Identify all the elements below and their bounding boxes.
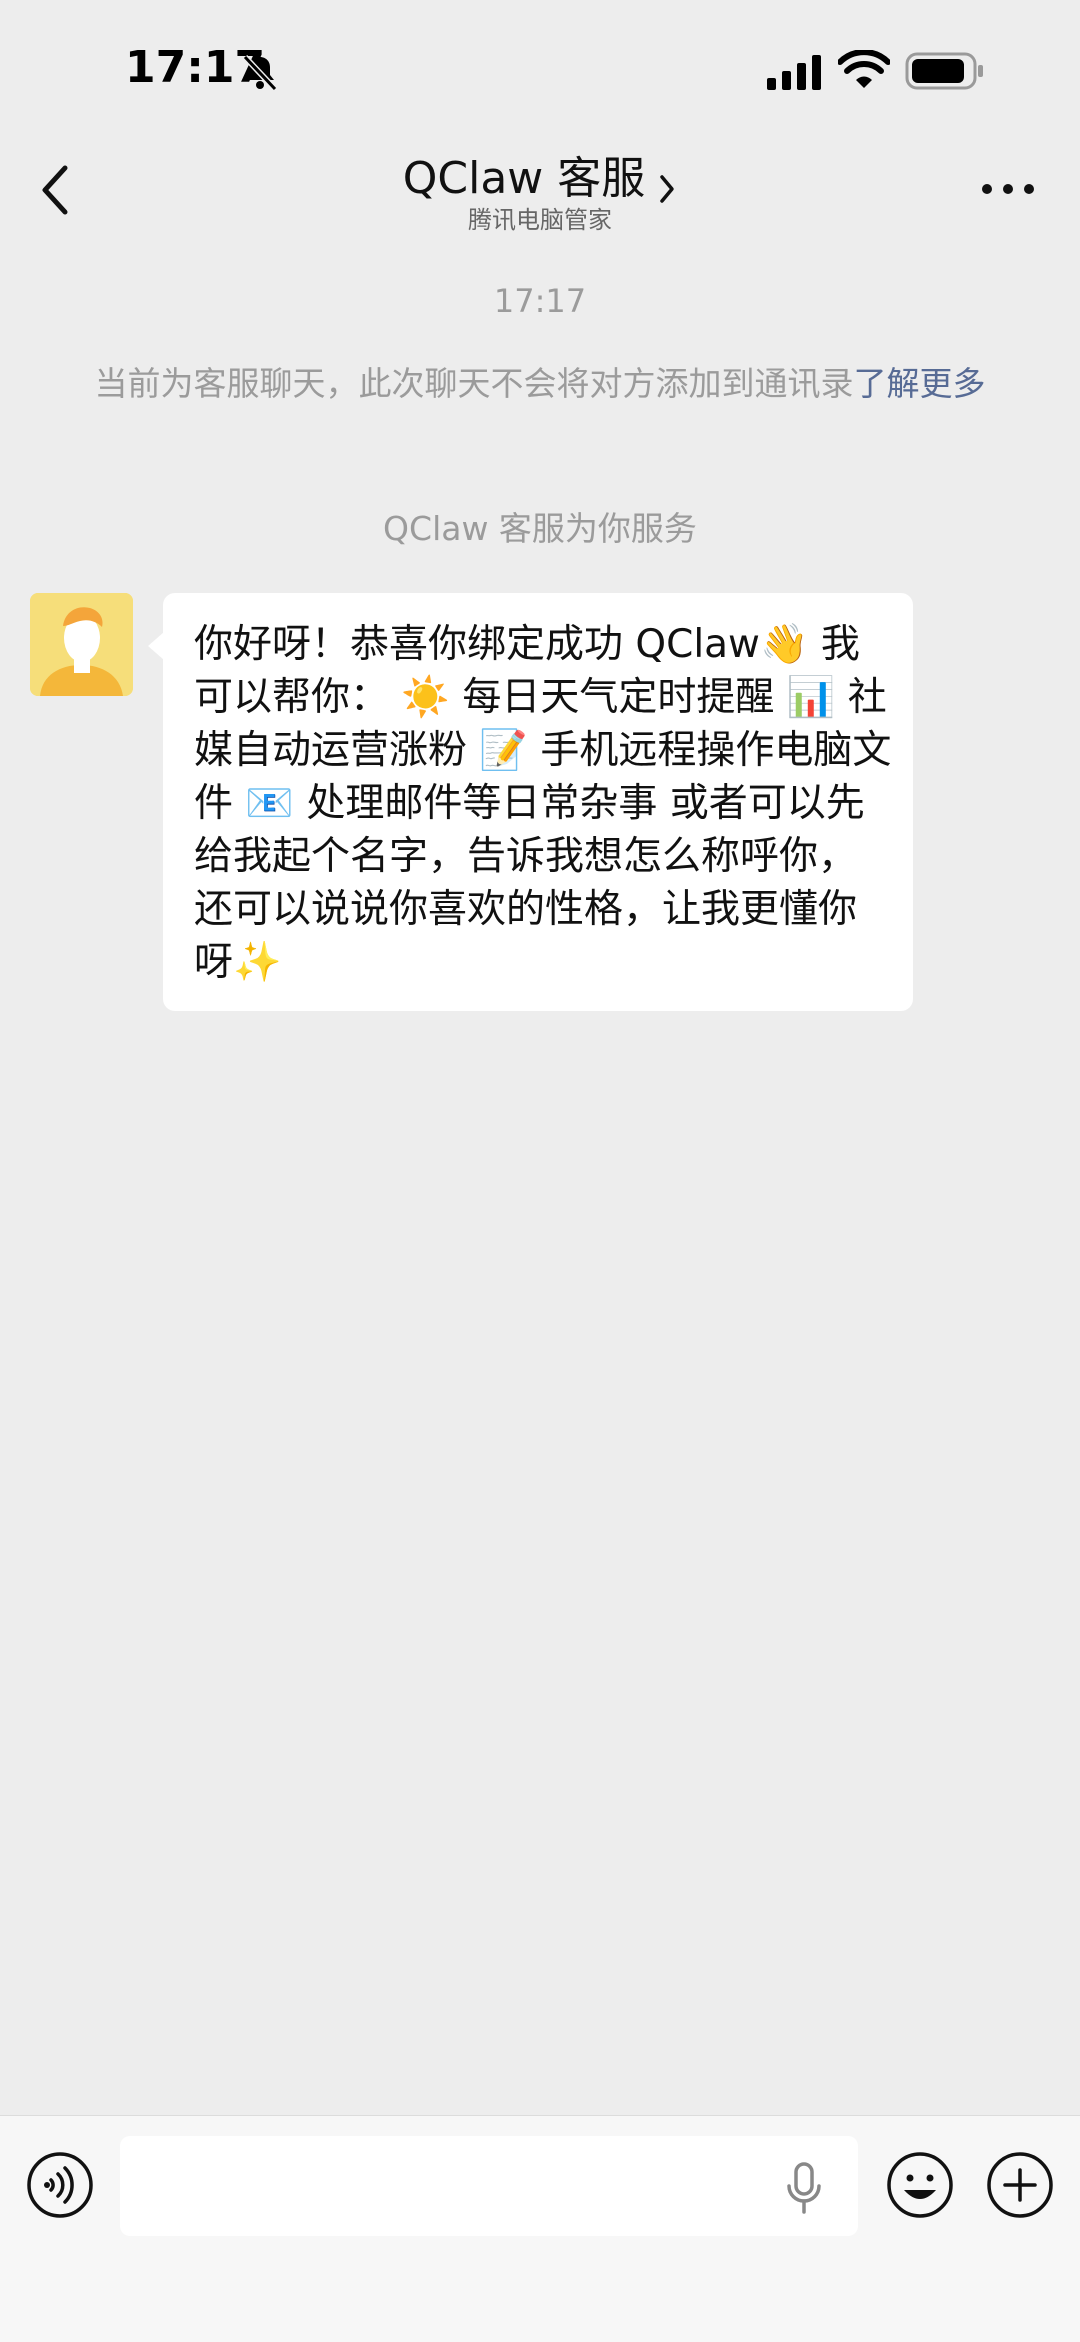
bubble-arrow: [148, 632, 164, 660]
voice-icon[interactable]: [25, 2150, 95, 2220]
bell-slash-icon: [242, 54, 278, 92]
notice-text: 当前为客服聊天，此次聊天不会将对方添加到通讯录: [94, 364, 854, 403]
service-note: QClaw 客服为你服务: [383, 509, 697, 548]
mic-icon[interactable]: [782, 2160, 826, 2216]
message-input[interactable]: [120, 2136, 858, 2236]
message-text: 你好呀！恭喜你绑定成功 QClaw👋 我可以帮你： ☀️ 每日天气定时提醒 📊 …: [194, 622, 892, 985]
chat-subtitle: 腾讯电脑管家: [468, 206, 612, 234]
more-icon[interactable]: [980, 182, 1036, 196]
avatar[interactable]: [30, 593, 133, 696]
message-timestamp: 17:17: [493, 282, 587, 320]
wifi-icon: [838, 50, 890, 88]
customer-service-notice: 当前为客服聊天，此次聊天不会将对方添加到通讯录了解更多: [80, 356, 1000, 412]
chat-title-area[interactable]: QClaw 客服: [0, 142, 1080, 207]
agent-avatar-icon: [30, 593, 133, 696]
signal-icon: [767, 55, 821, 90]
battery-icon: [905, 52, 983, 90]
chat-title: QClaw 客服: [402, 153, 646, 204]
emoji-icon[interactable]: [885, 2150, 955, 2220]
plus-icon[interactable]: [985, 2150, 1055, 2220]
learn-more-link[interactable]: 了解更多: [854, 364, 986, 403]
